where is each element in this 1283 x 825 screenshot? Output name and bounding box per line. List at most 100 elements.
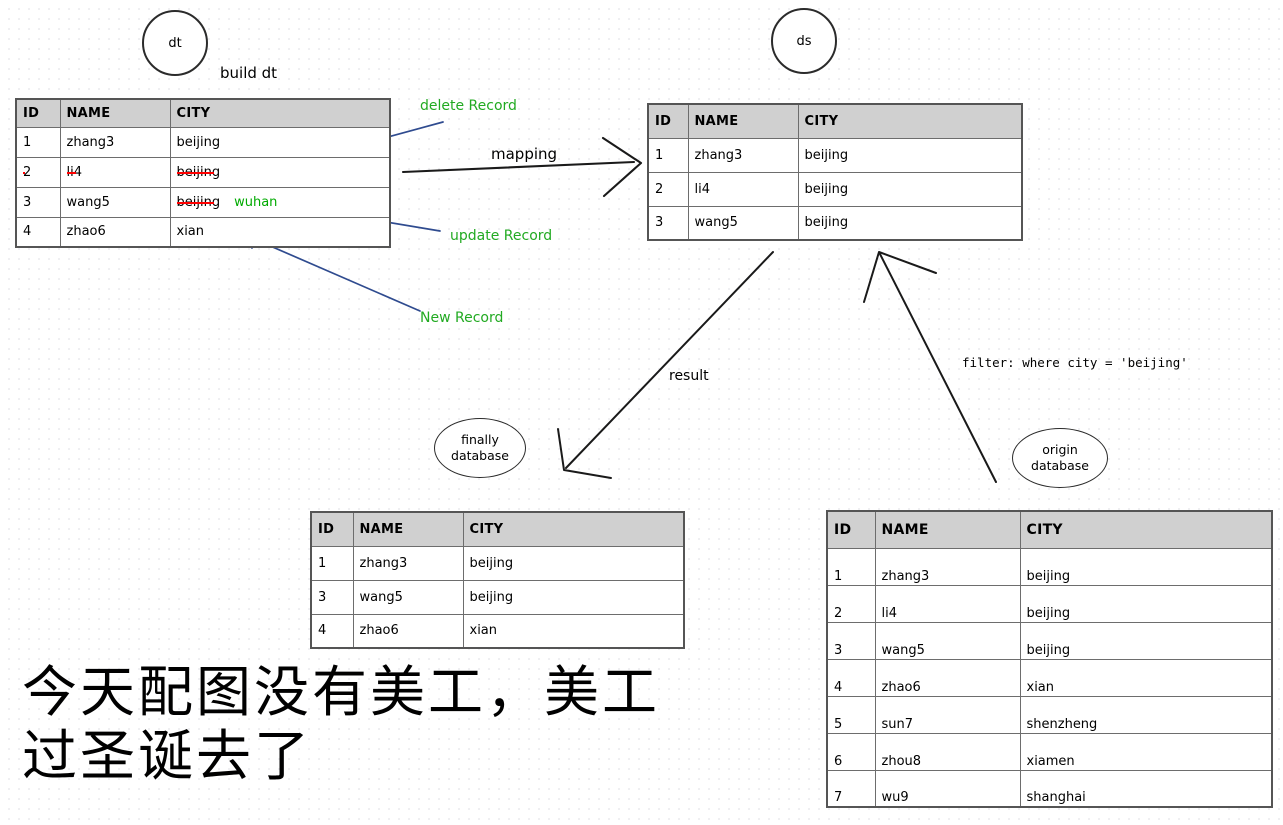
table-row-updated[interactable]: 3 wang5 beijing wuhan — [15, 186, 391, 218]
cell-city: beijing — [169, 126, 391, 158]
cell-city: beijing wuhan — [169, 186, 391, 218]
result-arrow — [557, 251, 774, 479]
table-dt-col-city: CITY — [169, 98, 391, 128]
table-ds-header-row: ID NAME CITY — [647, 103, 1023, 139]
table-origin-header-row: ID NAME CITY — [826, 510, 1273, 549]
cell-name: zhang3 — [687, 137, 799, 173]
cell-city: beijing — [169, 156, 391, 188]
cell-name: sun7 — [874, 695, 1021, 734]
table-dt: ID NAME CITY 1 zhang3 beijing 2 li4 beij… — [15, 98, 391, 248]
table-origin-database: ID NAME CITY 1 zhang3 beijing 2 li4 beij… — [826, 510, 1273, 808]
cell-city-text: beijing — [176, 164, 221, 180]
table-finally-col-city: CITY — [462, 511, 685, 547]
cell-city: beijing — [462, 579, 685, 615]
node-ds-label: ds — [796, 33, 812, 49]
table-finally-col-name: NAME — [352, 511, 464, 547]
cell-city: xian — [1019, 658, 1273, 697]
table-finally-database: ID NAME CITY 1 zhang3 beijing 3 wang5 be… — [310, 511, 685, 649]
cell-id: 5 — [826, 695, 876, 734]
label-update-record: update Record — [450, 228, 553, 244]
table-dt-col-name: NAME — [59, 98, 171, 128]
node-origin-database[interactable]: origin database — [1012, 428, 1108, 488]
table-ds: ID NAME CITY 1 zhang3 beijing 2 li4 beij… — [647, 103, 1023, 241]
table-finally-header-row: ID NAME CITY — [310, 511, 685, 547]
table-ds-col-city: CITY — [797, 103, 1023, 139]
cell-name: zhao6 — [874, 658, 1021, 697]
cell-id: 4 — [310, 613, 354, 649]
cell-name: wu9 — [874, 769, 1021, 808]
cell-id: 1 — [310, 545, 354, 581]
table-row[interactable]: 6 zhou8 xiamen — [826, 732, 1273, 771]
cell-id: 1 — [826, 547, 876, 586]
table-row[interactable]: 2 li4 beijing — [826, 584, 1273, 623]
label-build-dt: build dt — [220, 64, 278, 82]
table-row[interactable]: 3 wang5 beijing — [310, 579, 685, 615]
cell-id: 3 — [15, 186, 61, 218]
table-origin-col-name: NAME — [874, 510, 1021, 549]
cell-name: li4 — [59, 156, 171, 188]
cell-name: wang5 — [687, 205, 799, 241]
table-ds-col-name: NAME — [687, 103, 799, 139]
table-row[interactable]: 4 zhao6 xian — [826, 658, 1273, 697]
node-finally-line2: database — [451, 448, 509, 463]
table-row[interactable]: 1 zhang3 beijing — [310, 545, 685, 581]
node-finally-database[interactable]: finally database — [434, 418, 526, 478]
cell-name: zhao6 — [59, 216, 171, 248]
table-row[interactable]: 4 zhao6 xian — [310, 613, 685, 649]
cell-name: zhang3 — [874, 547, 1021, 586]
cell-city: shanghai — [1019, 769, 1273, 808]
cell-city: xian — [169, 216, 391, 248]
cell-id: 3 — [647, 205, 689, 241]
label-new-record: New Record — [420, 310, 504, 326]
table-row[interactable]: 5 sun7 shenzheng — [826, 695, 1273, 734]
cell-name: li4 — [687, 171, 799, 207]
table-origin-col-city: CITY — [1019, 510, 1273, 549]
cell-city: xiamen — [1019, 732, 1273, 771]
node-dt[interactable]: dt — [142, 10, 208, 76]
cell-name: zhang3 — [352, 545, 464, 581]
cell-name: li4 — [874, 584, 1021, 623]
cell-name: wang5 — [874, 621, 1021, 660]
cell-id: 4 — [826, 658, 876, 697]
cell-id: 7 — [826, 769, 876, 808]
caption-chinese-handwriting: 今天配图没有美工，美工过圣诞去了 — [22, 660, 661, 788]
table-row-deleted[interactable]: 2 li4 beijing — [15, 156, 391, 188]
cell-id: 3 — [310, 579, 354, 615]
cell-name: zhang3 — [59, 126, 171, 158]
cell-id-text: 2 — [23, 164, 32, 180]
cell-city: xian — [462, 613, 685, 649]
label-mapping: mapping — [491, 145, 558, 163]
node-origin-line2: database — [1031, 458, 1089, 473]
label-delete-record: delete Record — [420, 98, 517, 114]
cell-city: beijing — [1019, 547, 1273, 586]
table-row[interactable]: 7 wu9 shanghai — [826, 769, 1273, 808]
table-ds-col-id: ID — [647, 103, 689, 139]
cell-city: beijing — [1019, 621, 1273, 660]
cell-id: 1 — [15, 126, 61, 158]
cell-city: beijing — [1019, 584, 1273, 623]
cell-id: 2 — [647, 171, 689, 207]
table-row[interactable]: 1 zhang3 beijing — [826, 547, 1273, 586]
table-row[interactable]: 2 li4 beijing — [647, 171, 1023, 207]
table-row[interactable]: 3 wang5 beijing — [826, 621, 1273, 660]
cell-city: beijing — [462, 545, 685, 581]
node-finally-line1: finally — [461, 432, 499, 448]
table-row-new[interactable]: 4 zhao6 xian — [15, 216, 391, 248]
cell-id: 3 — [826, 621, 876, 660]
node-dt-label: dt — [168, 35, 182, 51]
cell-name-text: li4 — [66, 164, 83, 180]
table-row[interactable]: 1 zhang3 beijing — [647, 137, 1023, 173]
label-result: result — [669, 368, 709, 384]
table-finally-col-id: ID — [310, 511, 354, 547]
table-row[interactable]: 1 zhang3 beijing — [15, 126, 391, 158]
cell-city-new-text: wuhan — [234, 194, 278, 210]
table-row[interactable]: 3 wang5 beijing — [647, 205, 1023, 241]
cell-name: zhou8 — [874, 732, 1021, 771]
cell-name: zhao6 — [352, 613, 464, 649]
cell-id: 6 — [826, 732, 876, 771]
cell-name: wang5 — [352, 579, 464, 615]
label-filter-condition: filter: where city = 'beijing' — [962, 355, 1188, 370]
node-ds[interactable]: ds — [771, 8, 837, 74]
table-dt-col-id: ID — [15, 98, 61, 128]
cell-city: beijing — [797, 171, 1023, 207]
